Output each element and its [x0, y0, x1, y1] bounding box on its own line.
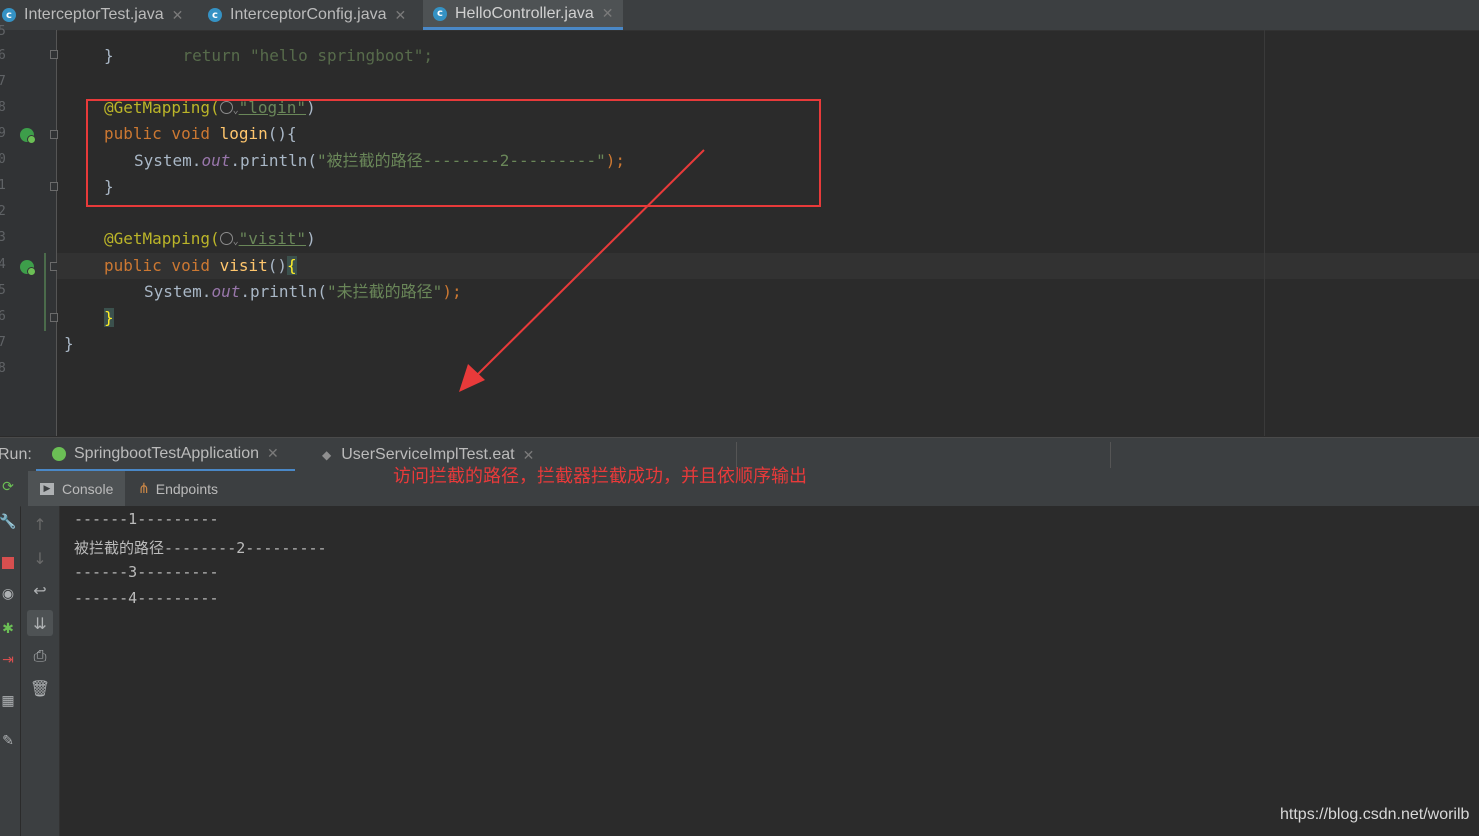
spring-boot-icon — [52, 446, 66, 461]
console-line: ------1--------- — [74, 510, 219, 528]
subtab-console[interactable]: ▶ Console — [28, 471, 126, 506]
scroll-to-end-icon[interactable]: ⇊ — [27, 610, 53, 636]
console-line: ------4--------- — [74, 589, 219, 607]
up-arrow-icon[interactable]: ↑ — [30, 514, 50, 534]
run-tab-springboottestapplication[interactable]: SpringbootTestApplication ✕ — [36, 438, 295, 472]
pin-icon[interactable]: ✎ — [0, 733, 16, 749]
console-line: ------3--------- — [74, 563, 219, 581]
rerun-icon[interactable]: ⟳ — [0, 479, 16, 495]
endpoints-icon: ⋔ — [138, 480, 150, 497]
run-left-toolbar: ⟳ 🔧 ◉ ✱ ⇥ ▦ ✎ — [0, 471, 20, 836]
layout-icon[interactable]: ▦ — [0, 693, 16, 709]
tab-divider — [1110, 442, 1111, 468]
print-icon[interactable]: ⎙ — [30, 646, 50, 666]
debug-icon[interactable]: ✱ — [0, 621, 16, 637]
close-icon[interactable]: ✕ — [523, 447, 535, 464]
trash-icon[interactable]: 🗑 — [30, 678, 50, 698]
camera-icon[interactable]: ◉ — [0, 586, 16, 602]
arrow-shaft — [469, 149, 705, 383]
wrench-icon[interactable]: 🔧 — [0, 514, 17, 530]
watermark: https://blog.csdn.net/worilb — [1280, 806, 1470, 823]
stop-icon[interactable] — [0, 555, 16, 571]
annotation-note: 访问拦截的路径，拦截器拦截成功，并且依顺序输出 — [393, 466, 807, 487]
exit-icon[interactable]: ⇥ — [0, 652, 16, 668]
soft-wrap-icon[interactable]: ↩ — [30, 580, 50, 600]
run-label: Run: — [0, 446, 32, 463]
down-arrow-icon[interactable]: ↓ — [30, 548, 50, 568]
run-tab-label: SpringbootTestApplication — [74, 444, 260, 462]
console-line: 被拦截的路径--------2--------- — [74, 539, 327, 557]
console-icon: ▶ — [40, 482, 54, 495]
subtab-endpoints[interactable]: ⋔ Endpoints — [138, 471, 218, 506]
console-toolbar: ↑ ↓ ↩ ⇊ ⎙ 🗑 — [21, 506, 60, 836]
close-icon[interactable]: ✕ — [267, 445, 279, 462]
arrow-head — [459, 364, 485, 392]
test-icon: ◆ — [322, 448, 332, 462]
